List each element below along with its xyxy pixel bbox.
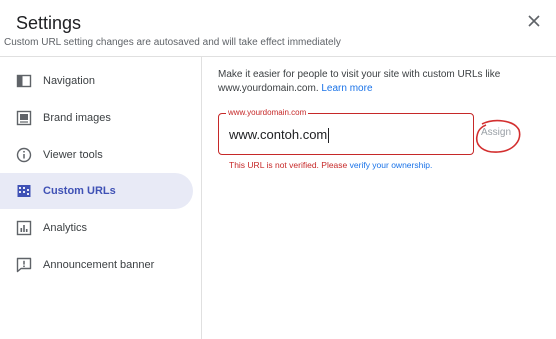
sidebar-item-announcement-banner[interactable]: Announcement banner — [0, 247, 193, 283]
bar-chart-icon — [16, 220, 32, 236]
sidebar-item-brand-images[interactable]: Brand images — [0, 100, 193, 136]
custom-url-input[interactable]: www.contoh.com — [229, 127, 409, 144]
close-button[interactable] — [526, 13, 542, 29]
custom-urls-description: Make it easier for people to visit your … — [218, 68, 518, 96]
sidebar-item-label: Viewer tools — [43, 149, 103, 161]
learn-more-link[interactable]: Learn more — [321, 83, 372, 94]
sidebar-item-label: Analytics — [43, 222, 88, 234]
announcement-icon — [16, 257, 32, 273]
custom-url-field[interactable]: www.yourdomain.com www.contoh.com — [218, 107, 474, 155]
sidebar-item-analytics[interactable]: Analytics — [0, 210, 193, 246]
sidebar-item-viewer-tools[interactable]: Viewer tools — [0, 137, 193, 173]
dialog-title: Settings — [16, 13, 82, 33]
brand-image-icon — [16, 110, 32, 126]
custom-url-input-value: www.contoh.com — [229, 127, 328, 142]
text-cursor — [328, 128, 330, 144]
sidebar-item-label: Custom URLs — [43, 185, 116, 197]
dialog-subtitle: Custom URL setting changes are autosaved… — [4, 37, 341, 48]
assign-button[interactable]: Assign — [481, 127, 511, 138]
dialog-header: Settings Custom URL setting changes are … — [0, 0, 556, 57]
sidebar-item-custom-urls[interactable]: Custom URLs — [0, 173, 193, 209]
custom-urls-panel: Make it easier for people to visit your … — [218, 68, 538, 96]
sidebar-item-label: Announcement banner — [43, 259, 155, 271]
verify-ownership-link[interactable]: verify your ownership. — [350, 160, 433, 170]
error-text: This URL is not verified. Please — [229, 160, 348, 170]
sidebar-item-label: Navigation — [43, 75, 95, 87]
settings-sidebar: Navigation Brand images Viewer tools Cus… — [0, 57, 202, 339]
navigation-panel-icon — [16, 73, 32, 89]
close-icon — [528, 15, 540, 27]
info-circle-icon — [16, 147, 32, 163]
custom-url-field-label: www.yourdomain.com — [226, 107, 309, 119]
url-error-message: This URL is not verified. Please verify … — [229, 160, 432, 170]
sidebar-item-label: Brand images — [43, 112, 111, 124]
domain-icon — [16, 183, 32, 199]
sidebar-item-navigation[interactable]: Navigation — [0, 63, 193, 99]
